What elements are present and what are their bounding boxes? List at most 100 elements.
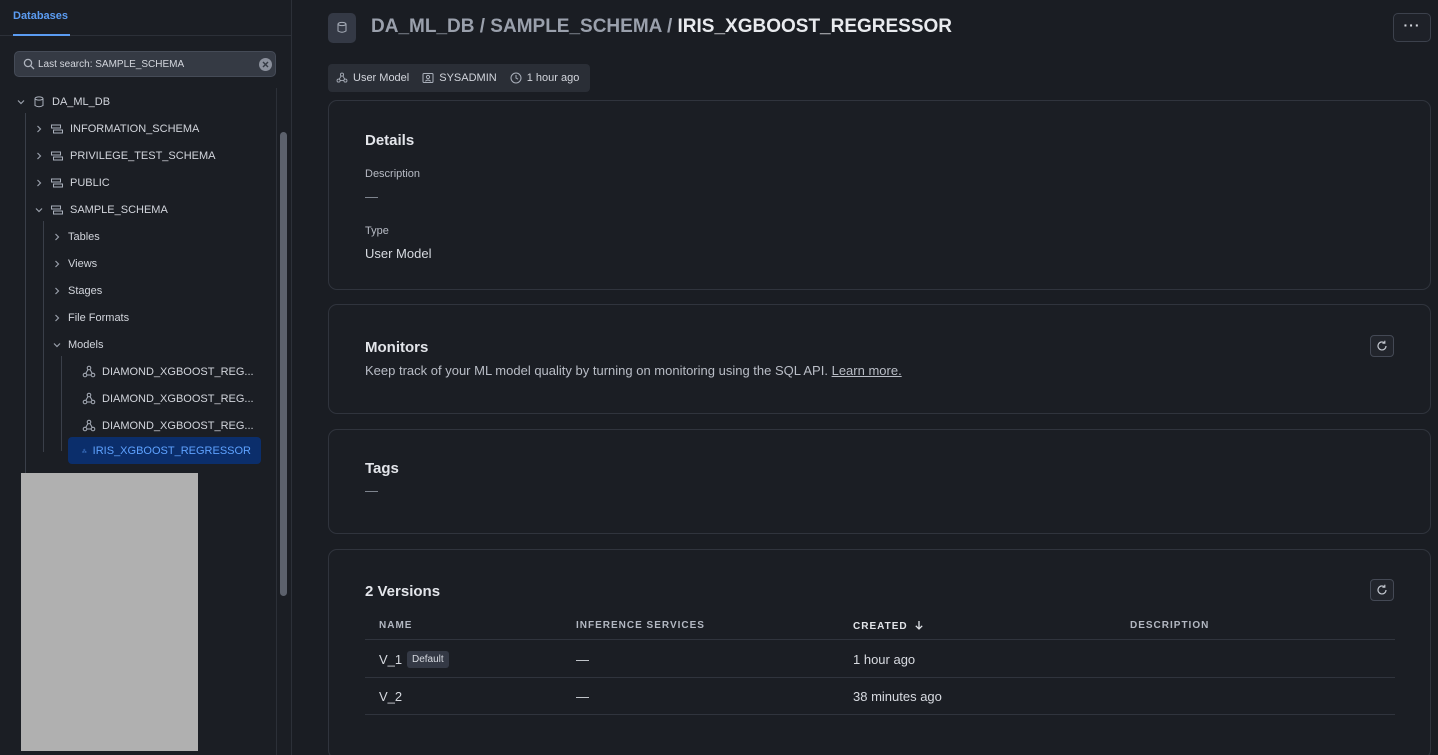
tags-card: Tags — [328, 429, 1431, 534]
description-label: Description [365, 168, 421, 180]
column-header-inference[interactable]: INFERENCE SERVICES [576, 620, 705, 631]
model-icon [82, 419, 96, 431]
table-row[interactable]: V_1 Default — 1 hour ago [365, 641, 1395, 678]
created-time: 38 minutes ago [853, 689, 942, 704]
meta-type: User Model [336, 72, 409, 84]
meta-owner-label: SYSADMIN [439, 72, 497, 84]
tree-item-object-type[interactable]: File Formats [52, 304, 129, 331]
tags-title: Tags [365, 460, 399, 477]
tree-label: PUBLIC [70, 176, 110, 189]
tree-item-schema[interactable]: SAMPLE_SCHEMA [34, 196, 168, 223]
monitors-card: Monitors Keep track of your ML model qua… [328, 304, 1431, 414]
object-meta-bar: User Model SYSADMIN 1 hour ago [328, 64, 590, 92]
tree-item-database[interactable]: DA_ML_DB [16, 88, 110, 115]
created-time: 1 hour ago [853, 652, 916, 667]
versions-title: 2 Versions [365, 583, 441, 600]
chevron-down-icon [35, 207, 43, 212]
sidebar-tabs: Databases [0, 0, 291, 36]
tags-value: — [365, 483, 378, 498]
tree-label: INFORMATION_SCHEMA [70, 122, 200, 135]
object-explorer-sidebar: Databases DA_ML_DB INFORMATI [0, 0, 292, 755]
sort-desc-icon [915, 621, 924, 630]
redacted-region [21, 473, 198, 751]
chevron-down-icon [53, 342, 61, 347]
version-name: V_2 [379, 689, 403, 704]
column-header-created[interactable]: CREATED [853, 620, 924, 632]
table-row[interactable]: V_2 — 38 minutes ago [365, 678, 1395, 715]
chevron-right-icon [37, 152, 42, 159]
chevron-down-icon [17, 99, 25, 104]
refresh-icon [1377, 340, 1387, 351]
search-input[interactable] [38, 56, 248, 72]
tree-item-object-type[interactable]: Tables [52, 223, 100, 250]
chevron-right-icon [55, 260, 60, 267]
type-label: Type [365, 225, 389, 237]
tree-label: Models [68, 338, 104, 351]
tree-item-model-selected[interactable]: IRIS_XGBOOST_REGRESSOR [68, 437, 261, 464]
search-icon [23, 58, 35, 70]
details-title: Details [365, 132, 415, 149]
refresh-icon [1377, 584, 1387, 595]
refresh-monitors-button[interactable] [1370, 335, 1394, 357]
version-name: V_1 [379, 652, 403, 667]
tree-item-model[interactable]: DIAMOND_XGBOOST_REG... [82, 412, 254, 439]
column-header-name[interactable]: NAME [379, 620, 412, 631]
meta-owner: SYSADMIN [422, 72, 497, 84]
tree-label: DIAMOND_XGBOOST_REG... [102, 419, 254, 432]
tree-item-object-type[interactable]: Models [52, 331, 103, 358]
model-type-icon [328, 13, 356, 43]
more-options-button[interactable]: ··· [1393, 13, 1431, 42]
column-header-description[interactable]: DESCRIPTION [1130, 620, 1209, 631]
tree-label: DA_ML_DB [52, 95, 111, 108]
chevron-right-icon [55, 314, 60, 321]
meta-type-label: User Model [353, 72, 410, 84]
tree-label: Stages [68, 284, 103, 297]
tree-item-model[interactable]: DIAMOND_XGBOOST_REG... [82, 358, 254, 385]
clear-search-icon[interactable] [259, 58, 272, 71]
chevron-right-icon [55, 287, 60, 294]
table-header: NAME INFERENCE SERVICES CREATED DESCRIPT… [365, 612, 1395, 640]
breadcrumb-database[interactable]: DA_ML_DB [371, 16, 474, 37]
schema-icon [51, 151, 63, 160]
model-icon [82, 392, 96, 404]
sidebar-scrollbar-thumb[interactable] [280, 132, 287, 596]
breadcrumb-separator: / [661, 16, 678, 37]
type-value: User Model [365, 246, 432, 261]
inference-services: — [576, 652, 589, 667]
model-icon [82, 448, 87, 453]
breadcrumb: DA_ML_DB / SAMPLE_SCHEMA / IRIS_XGBOOST_… [371, 16, 952, 40]
tree-item-object-type[interactable]: Views [52, 250, 97, 277]
model-detail-page: DA_ML_DB / SAMPLE_SCHEMA / IRIS_XGBOOST_… [293, 0, 1438, 755]
tree-item-object-type[interactable]: Stages [52, 277, 102, 304]
tree-item-schema[interactable]: INFORMATION_SCHEMA [34, 115, 199, 142]
breadcrumb-schema[interactable]: SAMPLE_SCHEMA [490, 16, 661, 37]
tree-label: SAMPLE_SCHEMA [70, 203, 168, 216]
tree-item-model[interactable]: DIAMOND_XGBOOST_REG... [82, 385, 254, 412]
breadcrumb-separator: / [474, 16, 491, 37]
schema-icon [51, 205, 63, 214]
tree-item-schema[interactable]: PRIVILEGE_TEST_SCHEMA [34, 142, 216, 169]
tree-label: Views [68, 257, 98, 270]
model-icon [336, 72, 348, 83]
chevron-right-icon [37, 179, 42, 186]
learn-more-link[interactable]: Learn more. [832, 363, 902, 378]
chevron-right-icon [55, 233, 60, 240]
refresh-versions-button[interactable] [1370, 579, 1394, 601]
model-icon [82, 365, 96, 377]
tab-databases[interactable]: Databases [13, 10, 71, 36]
tree-label: Tables [68, 230, 100, 243]
schema-icon [51, 178, 63, 187]
meta-time-label: 1 hour ago [526, 72, 580, 84]
meta-time: 1 hour ago [510, 72, 580, 84]
chevron-right-icon [37, 125, 42, 132]
details-card: Details Description — Type User Model [328, 100, 1431, 290]
monitors-title: Monitors [365, 339, 429, 356]
default-badge: Default [407, 651, 449, 668]
search-box[interactable] [14, 51, 276, 77]
clock-icon [510, 72, 522, 84]
tree-label: File Formats [68, 311, 130, 324]
schema-icon [51, 124, 63, 133]
tree-item-schema[interactable]: PUBLIC [34, 169, 110, 196]
database-icon [34, 95, 44, 107]
role-icon [422, 73, 434, 83]
